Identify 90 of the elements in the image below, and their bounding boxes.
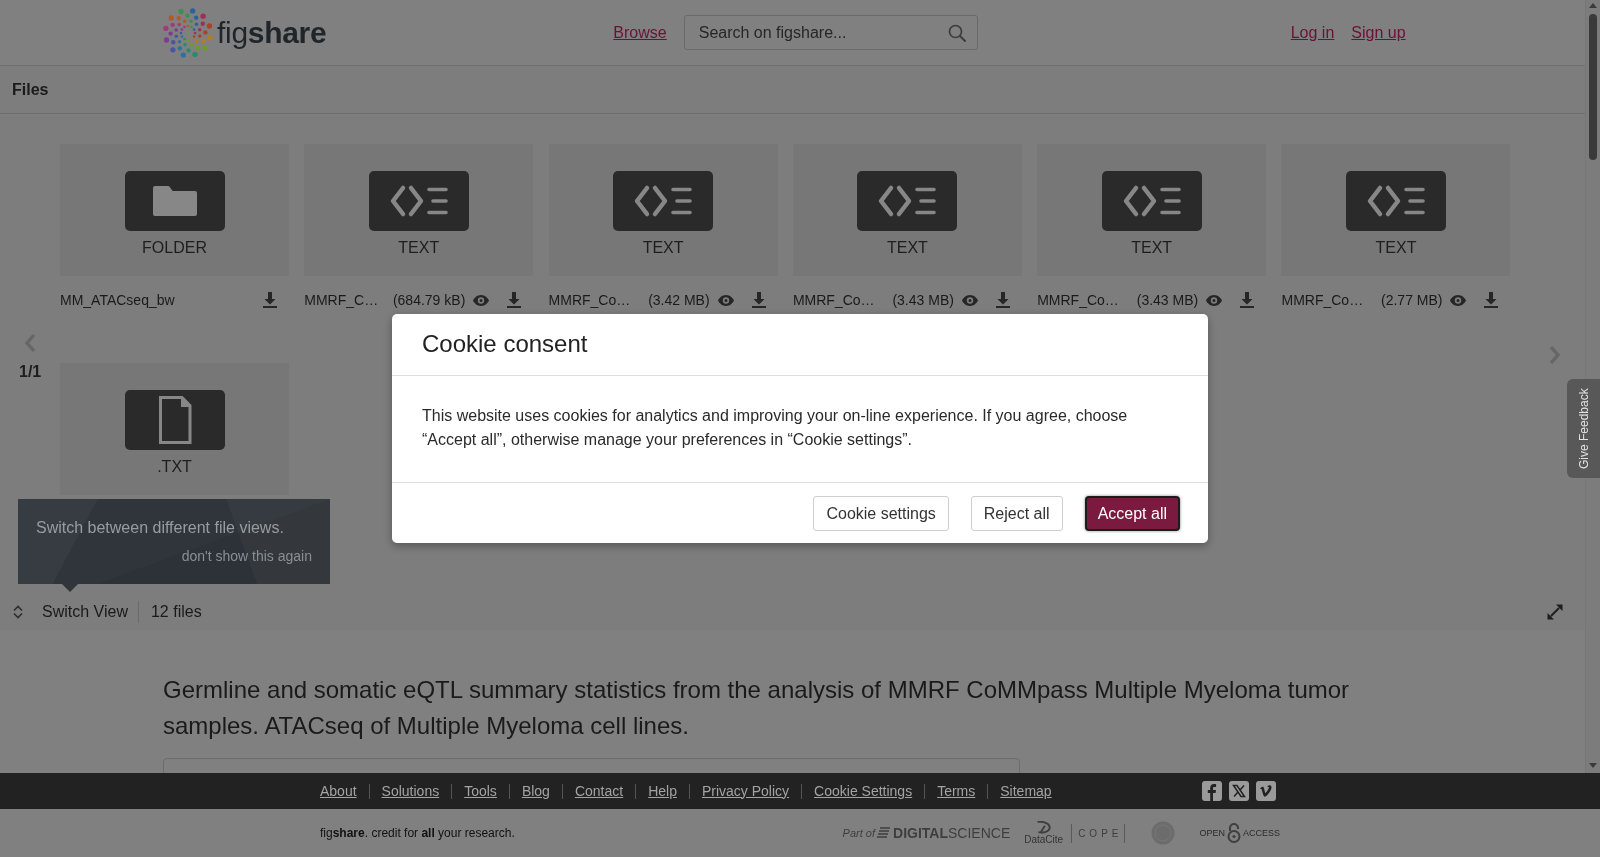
file-name[interactable]: MMRF_Co… xyxy=(548,292,649,308)
x-icon[interactable] xyxy=(1229,781,1249,801)
footer-link[interactable]: Help xyxy=(635,783,689,799)
file-name[interactable]: MMRF_Co… xyxy=(1037,292,1137,308)
switch-view-button[interactable]: Switch View xyxy=(12,603,128,621)
scrollbar-thumb[interactable] xyxy=(1589,14,1597,160)
file-size: (2.77 MB) xyxy=(1381,292,1443,308)
file-size: (3.43 MB) xyxy=(892,292,954,308)
file-card[interactable]: TEXT xyxy=(792,144,1022,276)
code-icon xyxy=(857,171,958,231)
document-icon xyxy=(124,390,225,450)
dismiss-link[interactable]: don't show this again xyxy=(181,548,312,564)
file-type-label: TEXT xyxy=(398,239,440,257)
file-size: (3.42 MB) xyxy=(648,292,710,308)
file-card[interactable]: .TXT xyxy=(60,363,289,495)
browse-link[interactable]: Browse xyxy=(613,23,667,42)
code-icon xyxy=(613,171,714,231)
search-field[interactable]: Search on figshare... xyxy=(683,15,978,50)
file-type-label: TEXT xyxy=(1131,239,1173,257)
footer-link[interactable]: Blog xyxy=(508,783,562,799)
download-icon[interactable] xyxy=(751,292,766,308)
file-name[interactable]: MMRF_Co… xyxy=(792,292,893,308)
file-name[interactable]: MMRF_C… xyxy=(304,292,393,308)
facebook-icon[interactable] xyxy=(1202,781,1222,801)
footer-link[interactable]: Terms xyxy=(924,783,988,799)
file-size: (684.79 kB) xyxy=(392,292,466,308)
download-icon[interactable] xyxy=(995,292,1010,308)
file-count: 12 files xyxy=(137,601,202,623)
partner-logo[interactable]: DataCite xyxy=(1024,821,1064,845)
footer-link[interactable]: Contact xyxy=(561,783,636,799)
file-type-label: FOLDER xyxy=(142,239,207,257)
page-indicator: 1/1 xyxy=(19,363,42,381)
lock-icon xyxy=(1227,823,1241,843)
switch-view-icon xyxy=(12,605,24,619)
eye-icon[interactable] xyxy=(1450,294,1467,306)
download-icon[interactable] xyxy=(263,292,277,308)
file-card[interactable]: TEXT xyxy=(1037,144,1267,276)
vimeo-icon[interactable] xyxy=(1256,781,1276,801)
partner-label: ACCESS xyxy=(1243,828,1280,838)
section-title: Files xyxy=(12,80,49,99)
home-logo[interactable]: figshare xyxy=(163,7,327,58)
dialog-message: This website uses cookies for analytics and improving your on-line experience. If you agree, choose “Accept all”, otherwise manage your preferences in “Cookie settings”. xyxy=(422,406,1129,450)
footer-link[interactable]: Sitemap xyxy=(987,783,1064,799)
dialog-button[interactable]: Cookie settings xyxy=(813,496,949,531)
footer-link[interactable]: About xyxy=(320,783,369,799)
logo-icon xyxy=(163,7,213,58)
folder-icon xyxy=(124,171,225,231)
stripes-icon xyxy=(877,827,891,839)
scroll-down-arrow-icon[interactable] xyxy=(1589,763,1597,768)
feedback-tab[interactable]: Give Feedback xyxy=(1567,379,1600,478)
partner-logo[interactable]: DIGITALSCIENCE xyxy=(893,825,1011,841)
download-icon[interactable] xyxy=(1484,292,1499,308)
file-name[interactable]: MM_ATACseq_bw xyxy=(60,292,245,308)
footer-link[interactable]: Solutions xyxy=(368,783,452,799)
code-icon xyxy=(368,171,469,231)
footer-link[interactable]: Privacy Policy xyxy=(688,783,802,799)
tooltip-text: Switch between different file views. xyxy=(36,518,284,538)
file-type-label: TEXT xyxy=(642,239,684,257)
partner-prefix: Part of xyxy=(842,827,875,839)
footer-link[interactable]: Cookie Settings xyxy=(801,783,925,799)
file-size: (3.43 MB) xyxy=(1136,292,1199,308)
dialog-button[interactable]: Reject all xyxy=(970,496,1063,531)
signup-link[interactable]: Sign up xyxy=(1351,23,1406,42)
file-type-label: .TXT xyxy=(157,458,192,476)
file-card[interactable]: TEXT xyxy=(304,144,534,276)
download-icon[interactable] xyxy=(507,292,522,308)
scroll-up-arrow-icon[interactable] xyxy=(1589,3,1597,8)
article-title: Germline and somatic eQTL summary statistics from the analysis of MMRF CoMMpass Multiple Myeloma tumor samples. ATACseq of Multiple Myeloma cell lines. xyxy=(163,675,1351,741)
file-card[interactable]: FOLDER xyxy=(60,144,289,276)
file-card[interactable]: TEXT xyxy=(1281,144,1511,276)
expand-icon[interactable] xyxy=(1547,604,1563,620)
partner-logo[interactable]: COPE xyxy=(1071,823,1126,843)
file-type-label: TEXT xyxy=(886,239,928,257)
file-card[interactable]: TEXT xyxy=(548,144,778,276)
eye-icon[interactable] xyxy=(717,294,734,306)
tagline: figshare. credit for all your research. xyxy=(320,826,515,840)
file-name[interactable]: MMRF_Co… xyxy=(1281,292,1381,308)
dialog-title: Cookie consent xyxy=(422,329,589,359)
code-icon xyxy=(1101,171,1202,231)
accept-button[interactable]: Accept all xyxy=(1084,496,1180,531)
eye-icon[interactable] xyxy=(961,294,978,306)
eye-icon[interactable] xyxy=(473,294,490,306)
file-type-label: TEXT xyxy=(1375,239,1417,257)
search-icon[interactable] xyxy=(947,24,966,42)
download-icon[interactable] xyxy=(1240,292,1255,308)
code-icon xyxy=(1346,171,1446,231)
login-link[interactable]: Log in xyxy=(1290,23,1335,42)
partner-label: OPEN xyxy=(1199,828,1225,838)
eye-icon[interactable] xyxy=(1206,294,1223,306)
footer-link[interactable]: Tools xyxy=(451,783,509,799)
